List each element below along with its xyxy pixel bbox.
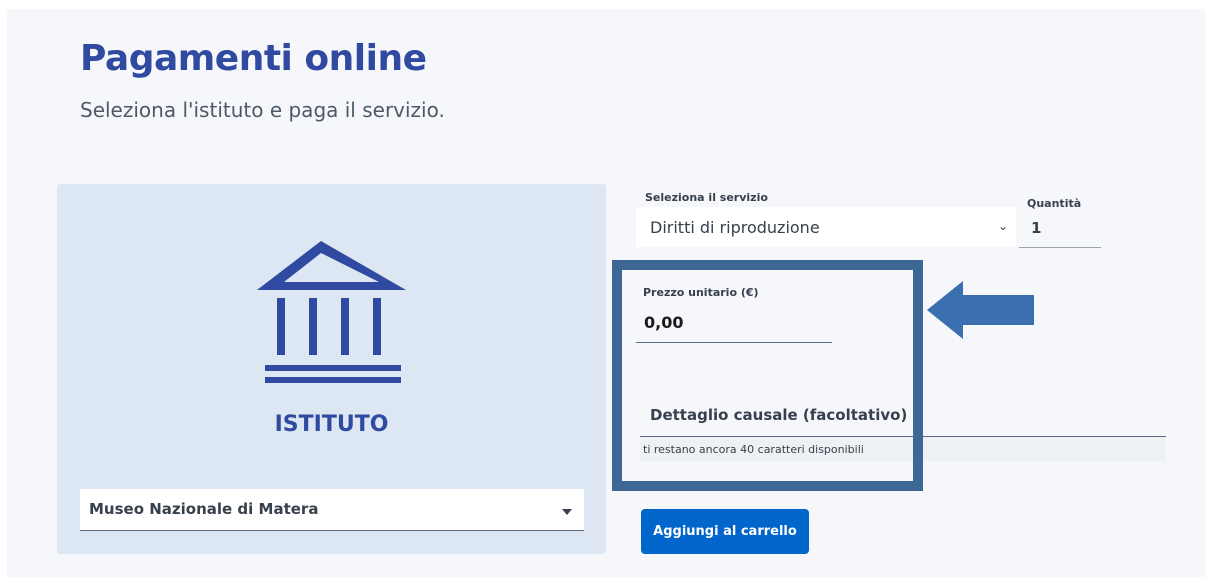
quantity-value: 1 (1031, 219, 1042, 237)
caret-down-icon (562, 509, 572, 515)
institute-select[interactable]: Museo Nazionale di Matera (80, 489, 584, 531)
chevron-down-icon: ⌄ (997, 219, 1008, 233)
add-to-cart-button[interactable]: Aggiungi al carrello (641, 509, 809, 554)
institute-label: ISTITUTO (274, 412, 389, 437)
annotation-highlight-box (612, 260, 923, 491)
quantity-input[interactable]: 1 (1019, 207, 1101, 248)
service-select-value: Diritti di riproduzione (650, 218, 820, 237)
left-arrow-icon (927, 281, 1035, 343)
service-label: Seleziona il servizio (645, 191, 768, 204)
institute-select-value: Museo Nazionale di Matera (89, 500, 319, 518)
service-select[interactable]: Diritti di riproduzione ⌄ (636, 207, 1016, 247)
page-subtitle: Seleziona l'istituto e paga il servizio. (80, 98, 445, 122)
institute-panel: ISTITUTO Museo Nazionale di Matera (57, 184, 606, 554)
page-title: Pagamenti online (80, 38, 427, 79)
institution-building-icon (257, 239, 407, 393)
